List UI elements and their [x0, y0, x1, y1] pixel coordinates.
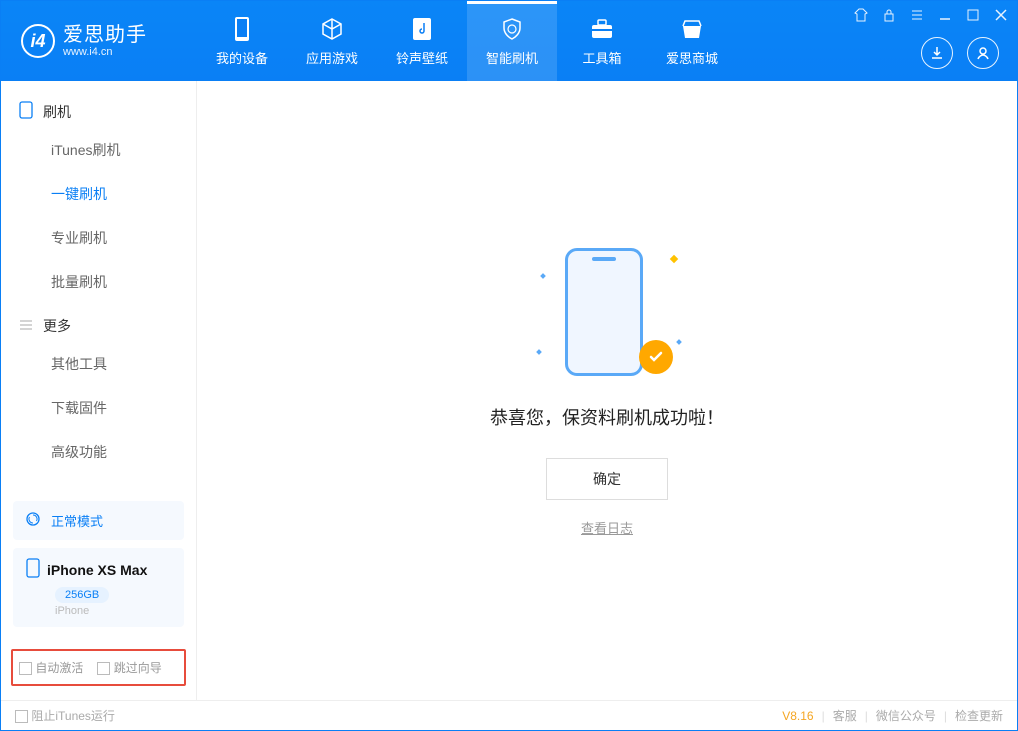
phone-icon — [229, 16, 255, 42]
sidebar-item-advanced[interactable]: 高级功能 — [1, 430, 196, 474]
statusbar: 阻止iTunes运行 V8.16 | 客服 | 微信公众号 | 检查更新 — [1, 700, 1017, 730]
device-icon — [19, 101, 33, 122]
window-buttons — [853, 7, 1009, 23]
skip-guide-checkbox[interactable]: 跳过向导 — [97, 659, 161, 676]
refresh-icon — [25, 511, 41, 530]
sidebar-item-pro-flash[interactable]: 专业刷机 — [1, 216, 196, 260]
device-name: iPhone XS Max — [47, 562, 147, 578]
device-info-card[interactable]: iPhone XS Max 256GB iPhone — [13, 548, 184, 627]
logo-icon: i4 — [21, 24, 55, 58]
phone-small-icon — [25, 558, 41, 581]
maximize-icon[interactable] — [965, 7, 981, 23]
block-itunes-checkbox[interactable]: 阻止iTunes运行 — [15, 707, 115, 724]
user-icon[interactable] — [967, 37, 999, 69]
header-right — [921, 37, 999, 69]
nav-apps[interactable]: 应用游戏 — [287, 1, 377, 81]
list-icon — [19, 318, 33, 335]
nav-my-device[interactable]: 我的设备 — [197, 1, 287, 81]
version-label: V8.16 — [782, 709, 813, 723]
cube-icon — [319, 16, 345, 42]
status-check-update[interactable]: 检查更新 — [955, 707, 1003, 724]
storage-badge: 256GB — [55, 587, 109, 603]
shield-refresh-icon — [499, 16, 525, 42]
content: 刷机 iTunes刷机 一键刷机 专业刷机 批量刷机 更多 其他工具 下载固件 … — [1, 81, 1017, 700]
titlebar: i4 爱思助手 www.i4.cn 我的设备 应用游戏 铃声壁纸 智能刷机 工具… — [1, 1, 1017, 81]
sidebar: 刷机 iTunes刷机 一键刷机 专业刷机 批量刷机 更多 其他工具 下载固件 … — [1, 81, 197, 700]
close-icon[interactable] — [993, 7, 1009, 23]
sidebar-item-download-firmware[interactable]: 下载固件 — [1, 386, 196, 430]
view-log-link[interactable]: 查看日志 — [581, 518, 633, 537]
minimize-icon[interactable] — [937, 7, 953, 23]
sidebar-item-oneclick-flash[interactable]: 一键刷机 — [1, 172, 196, 216]
nav-store[interactable]: 爱思商城 — [647, 1, 737, 81]
device-mode-card[interactable]: 正常模式 — [13, 501, 184, 540]
status-service[interactable]: 客服 — [833, 707, 857, 724]
check-icon — [639, 340, 673, 374]
auto-activate-checkbox[interactable]: 自动激活 — [19, 659, 83, 676]
sidebar-item-batch-flash[interactable]: 批量刷机 — [1, 260, 196, 304]
nav-ringtones[interactable]: 铃声壁纸 — [377, 1, 467, 81]
toolbox-icon — [589, 16, 615, 42]
success-text: 恭喜您，保资料刷机成功啦！ — [490, 404, 724, 430]
nav: 我的设备 应用游戏 铃声壁纸 智能刷机 工具箱 爱思商城 — [197, 1, 737, 81]
sidebar-item-other-tools[interactable]: 其他工具 — [1, 342, 196, 386]
download-icon[interactable] — [921, 37, 953, 69]
tshirt-icon[interactable] — [853, 7, 869, 23]
logo[interactable]: i4 爱思助手 www.i4.cn — [1, 24, 197, 58]
nav-toolbox[interactable]: 工具箱 — [557, 1, 647, 81]
sidebar-checks-highlight: 自动激活 跳过向导 — [11, 649, 186, 686]
lock-icon[interactable] — [881, 7, 897, 23]
logo-text: 爱思助手 www.i4.cn — [63, 24, 147, 58]
ok-button[interactable]: 确定 — [546, 458, 668, 500]
sidebar-group-flash: 刷机 — [1, 89, 196, 128]
store-icon — [679, 16, 705, 42]
main-pane: 恭喜您，保资料刷机成功啦！ 确定 查看日志 — [197, 81, 1017, 700]
sidebar-item-itunes-flash[interactable]: iTunes刷机 — [1, 128, 196, 172]
status-wechat[interactable]: 微信公众号 — [876, 707, 936, 724]
device-type: iPhone — [55, 605, 172, 617]
sidebar-group-more: 更多 — [1, 304, 196, 342]
sidebar-device-area: 正常模式 iPhone XS Max 256GB iPhone — [1, 493, 196, 643]
music-file-icon — [409, 16, 435, 42]
nav-flash[interactable]: 智能刷机 — [467, 1, 557, 81]
success-illustration — [547, 244, 667, 384]
menu-icon[interactable] — [909, 7, 925, 23]
